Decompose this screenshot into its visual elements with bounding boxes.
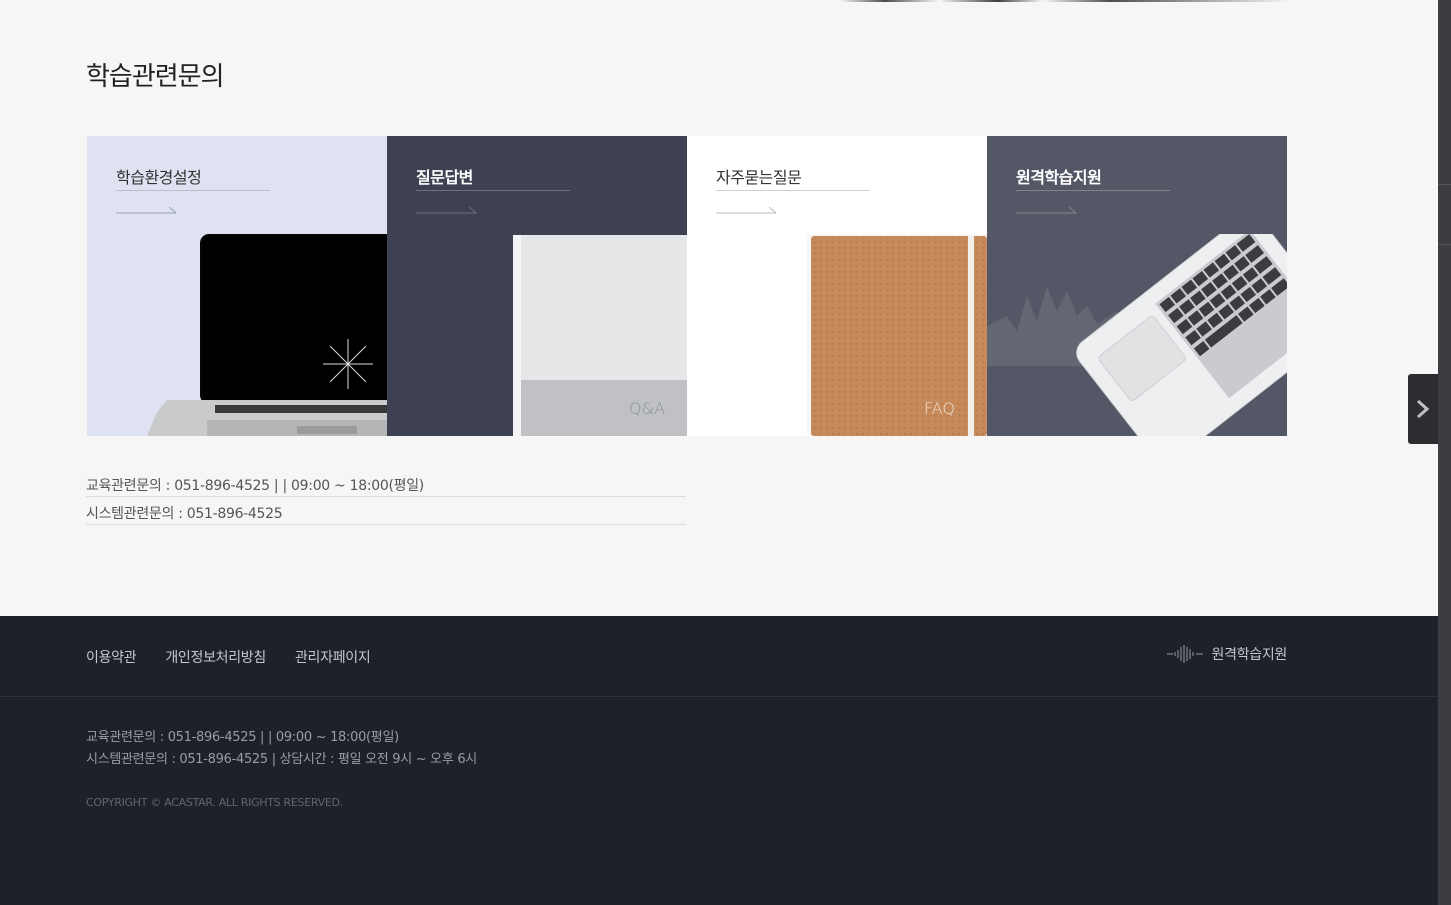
arrow-right-icon <box>716 206 777 214</box>
notebook-label: FAQ <box>924 399 955 418</box>
footer-edu-contact: 교육관련문의 : 051-896-4525 | | 09:00 ~ 18:00(… <box>86 730 399 745</box>
copyright: COPYRIGHT © ACASTAR. ALL RIGHTS RESERVED… <box>86 796 343 809</box>
arrow-right-icon <box>416 206 477 214</box>
edu-contact: 교육관련문의 : 051-896-4525 | | 09:00 ~ 18:00(… <box>86 477 686 497</box>
notebook-image <box>807 234 987 436</box>
arrow-right-icon <box>116 206 177 214</box>
card-title: 학습환경설정 <box>116 164 270 191</box>
terms-link[interactable]: 이용약관 <box>86 647 137 667</box>
footer: 이용약관 개인정보처리방침 관리자페이지 원격학습지원 교육관련문의 : 051… <box>0 616 1438 905</box>
card-list: 학습환경설정 질문답변 Q&A 자주묻는질문 FAQ 원격학습지원 <box>87 136 1287 436</box>
admin-page-link[interactable]: 관리자페이지 <box>295 647 371 667</box>
card-learning-environment[interactable]: 학습환경설정 <box>87 136 387 436</box>
chevron-right-icon <box>1417 399 1430 419</box>
laptop-image <box>147 234 387 436</box>
privacy-policy-link[interactable]: 개인정보처리방침 <box>165 647 266 667</box>
card-faq[interactable]: 자주묻는질문 FAQ <box>687 136 987 436</box>
arrow-right-icon <box>1016 206 1077 214</box>
book-label: Q&A <box>629 399 666 418</box>
footer-contact-info: 교육관련문의 : 051-896-4525 | | 09:00 ~ 18:00(… <box>86 727 477 771</box>
card-title: 질문답변 <box>416 164 570 191</box>
footer-nav: 이용약관 개인정보처리방침 관리자페이지 <box>86 647 399 667</box>
contact-info: 교육관련문의 : 051-896-4525 | | 09:00 ~ 18:00(… <box>86 477 686 533</box>
system-contact: 시스템관련문의 : 051-896-4525 <box>86 505 686 525</box>
footer-divider <box>0 696 1438 697</box>
page-title: 학습관련문의 <box>86 62 225 92</box>
top-image-edge <box>840 0 1290 2</box>
side-panel-toggle[interactable] <box>1408 374 1438 444</box>
sound-wave-icon <box>1166 645 1203 663</box>
card-title: 자주묻는질문 <box>716 164 870 191</box>
card-qna[interactable]: 질문답변 Q&A <box>387 136 687 436</box>
laptop-keyboard-image <box>1076 234 1287 436</box>
right-panel-edge <box>1438 0 1451 905</box>
card-remote-support[interactable]: 원격학습지원 <box>987 136 1287 436</box>
card-title: 원격학습지원 <box>1016 164 1170 191</box>
footer-logo-text: 원격학습지원 <box>1211 647 1288 663</box>
footer-system-contact: 시스템관련문의 : 051-896-4525 | 상담시간 : 평일 오전 9시… <box>86 752 477 767</box>
footer-logo[interactable]: 원격학습지원 <box>1166 644 1287 664</box>
